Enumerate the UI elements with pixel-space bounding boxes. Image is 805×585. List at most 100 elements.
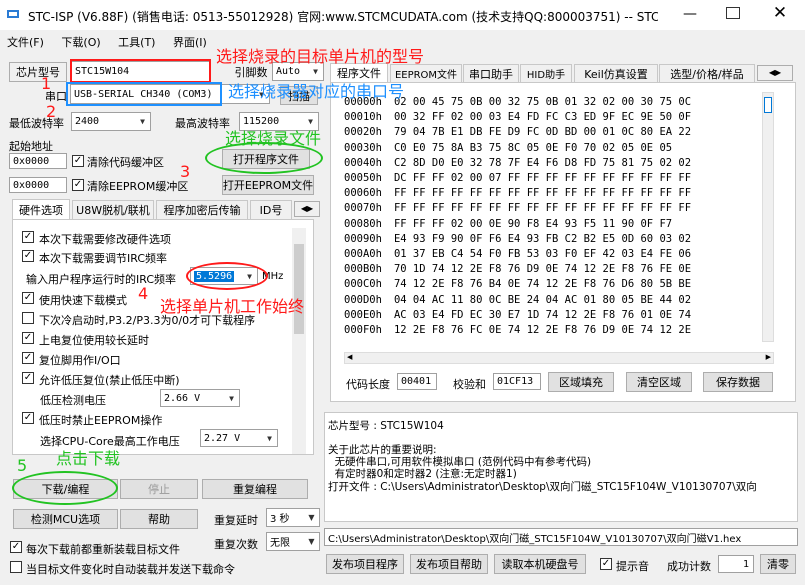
close-icon[interactable]: ✕ xyxy=(770,3,790,23)
fill-region-button[interactable]: 区域填充 xyxy=(548,372,614,392)
eeprom-address-input[interactable]: 0x0000 xyxy=(9,177,67,193)
detect-mcu-button[interactable]: 检测MCU选项 xyxy=(13,509,118,529)
lv-detect-select[interactable]: 2.66 V ▼ xyxy=(160,389,240,407)
lv-detect-label: 低压检测电压 xyxy=(40,394,106,407)
read-disk-serial-button[interactable]: 读取本机硬盘号 xyxy=(494,554,586,574)
window-title: STC-ISP (V6.88F) (销售电话: 0513-55012928) 官… xyxy=(28,10,658,24)
hex-row: 00070h FF FF FF FF FF FF FF FF FF FF FF F… xyxy=(344,202,691,214)
annotation-number-5: 5 xyxy=(17,456,28,475)
clear-count-button[interactable]: 清零 xyxy=(760,554,796,574)
hex-address: 00010h xyxy=(344,111,382,124)
long-delay-checkbox[interactable]: ✓ xyxy=(22,332,34,344)
hex-address: 000E0h xyxy=(344,308,382,321)
app-icon xyxy=(6,7,20,21)
hex-row: 00060h FF FF FF FF FF FF FF FF FF FF FF F… xyxy=(344,187,691,199)
clear-region-button[interactable]: 清空区域 xyxy=(626,372,692,392)
hex-scrollbar-thumb[interactable] xyxy=(764,97,772,113)
fast-download-checkbox[interactable]: ✓ xyxy=(22,292,34,304)
hex-view[interactable]: 00000h 02 00 45 75 0B 00 32 75 0B 01 32 0… xyxy=(344,92,764,348)
checksum-label: 校验和 xyxy=(453,378,486,391)
hex-row: 00080h FF FF FF 02 00 0E 90 F8 E4 93 F5 1… xyxy=(344,218,672,230)
clear-eeprom-checkbox[interactable]: ✓ xyxy=(72,179,84,191)
repeat-count-select[interactable]: 无限 ▼ xyxy=(266,532,320,551)
menu-file[interactable]: 文件(F) xyxy=(7,36,44,49)
repeat-delay-select[interactable]: 3 秒 ▼ xyxy=(266,508,320,527)
tone-checkbox[interactable]: ✓ xyxy=(600,558,612,570)
chevron-down-icon: ▼ xyxy=(135,113,150,130)
annotation-number-3: 3 xyxy=(180,162,191,181)
menu-tools[interactable]: 工具(T) xyxy=(118,36,155,49)
tab-encrypt[interactable]: 程序加密后传输 xyxy=(156,200,248,219)
hex-bytes: FF FF FF 02 00 0E 90 F8 E4 93 F5 11 90 0… xyxy=(393,217,673,230)
success-count-label: 成功计数 xyxy=(667,560,711,573)
tab-hid-helper[interactable]: HID助手 xyxy=(520,64,572,82)
reload-checkbox[interactable]: ✓ xyxy=(10,541,22,553)
tab-u8w[interactable]: U8W脱机/联机 xyxy=(72,200,154,219)
success-count-value: 1 xyxy=(718,555,754,573)
hex-bytes: E4 93 F9 90 0F F6 E4 93 FB C2 B2 E5 0D 6… xyxy=(393,232,692,245)
open-eeprom-file-button[interactable]: 打开EEPROM文件 xyxy=(222,175,314,195)
options-scrollbar[interactable] xyxy=(292,228,306,454)
low-voltage-reset-label: 允许低压复位(禁止低压中断) xyxy=(39,374,180,387)
hex-row: 000C0h 74 12 2E F8 76 B4 0E 74 12 2E F8 7… xyxy=(344,278,691,290)
tab-keil-settings[interactable]: Keil仿真设置 xyxy=(574,64,658,82)
code-length-label: 代码长度 xyxy=(346,378,390,391)
clear-code-checkbox[interactable]: ✓ xyxy=(72,155,84,167)
reset-io-label: 复位脚用作I/O口 xyxy=(39,354,121,367)
reprogram-button[interactable]: 重复编程 xyxy=(202,479,308,499)
hex-bytes: 79 04 7B E1 DB FE D9 FC 0D BD 00 01 0C 8… xyxy=(393,126,692,139)
modify-hw-label: 本次下载需要修改硬件选项 xyxy=(39,233,171,246)
hex-bytes: 74 12 2E F8 76 B4 0E 74 12 2E F8 76 D6 8… xyxy=(393,278,692,291)
annotation-text-2: 选择烧录器对应的串口号 xyxy=(228,82,405,101)
max-baud-label: 最高波特率 xyxy=(175,117,230,130)
tab-serial-helper[interactable]: 串口助手 xyxy=(463,64,519,82)
start-address-label: 起始地址 xyxy=(9,140,53,153)
modify-hw-checkbox[interactable]: ✓ xyxy=(22,231,34,243)
cold-start-checkbox[interactable] xyxy=(22,312,34,324)
pin-count-value: Auto xyxy=(276,66,301,77)
hex-address: 00050h xyxy=(344,172,382,184)
low-voltage-reset-checkbox[interactable]: ✓ xyxy=(22,372,34,384)
hex-address: 00090h xyxy=(344,232,382,245)
minimize-icon[interactable]: — xyxy=(680,6,700,24)
save-data-button[interactable]: 保存数据 xyxy=(703,372,773,392)
info-line: 芯片型号 : STC15W104 xyxy=(328,420,444,432)
code-address-input[interactable]: 0x0000 xyxy=(9,153,67,169)
publish-help-button[interactable]: 发布项目帮助 xyxy=(410,554,488,574)
hex-address: 000C0h xyxy=(344,278,382,291)
help-button[interactable]: 帮助 xyxy=(120,509,198,529)
menu-download[interactable]: 下载(O) xyxy=(61,36,100,49)
tab-scroll-arrows[interactable]: ◀▶ xyxy=(294,201,320,217)
file-path-field[interactable]: C:\Users\Administrator\Desktop\双向门磁_STC1… xyxy=(324,528,798,546)
menu-ui[interactable]: 界面(I) xyxy=(173,36,207,49)
right-tab-scroll-arrows[interactable]: ◀▶ xyxy=(757,65,793,81)
irc-frequency-label: 输入用户程序运行时的IRC频率 xyxy=(26,273,177,286)
auto-send-checkbox[interactable] xyxy=(10,561,22,573)
publish-program-button[interactable]: 发布项目程序 xyxy=(326,554,404,574)
hex-row: 000A0h 01 37 EB C4 54 F0 FB 53 03 F0 EF 4… xyxy=(344,248,691,260)
adjust-irc-checkbox[interactable]: ✓ xyxy=(22,250,34,262)
chevron-down-icon: ▼ xyxy=(224,390,239,406)
hex-address: 00020h xyxy=(344,126,382,139)
hex-row: 00040h C2 8D D0 E0 32 78 7F E4 F6 D8 FD 7… xyxy=(344,157,691,169)
info-log: 芯片型号 : STC15W104 关于此芯片的重要说明: 无硬件串口,可用软件模… xyxy=(324,412,798,522)
stop-button[interactable]: 停止 xyxy=(120,479,198,499)
reset-io-checkbox[interactable]: ✓ xyxy=(22,352,34,364)
hex-scrollbar[interactable] xyxy=(762,92,774,342)
annotation-text-1: 选择烧录的目标单片机的型号 xyxy=(216,47,425,66)
annotation-number-2: 2 xyxy=(46,102,57,121)
hex-row: 00090h E4 93 F9 90 0F F6 E4 93 FB C2 B2 E… xyxy=(344,233,691,245)
tab-id[interactable]: ID号 xyxy=(250,200,292,219)
title-bar: STC-ISP (V6.88F) (销售电话: 0513-55012928) 官… xyxy=(0,0,805,30)
hex-address: 000D0h xyxy=(344,293,382,306)
tab-hardware[interactable]: 硬件选项 xyxy=(12,199,70,219)
hex-hscrollbar[interactable]: ◀ ▶ xyxy=(344,352,774,364)
hex-bytes: FF FF FF FF FF FF FF FF FF FF FF FF FF F… xyxy=(393,187,692,200)
scrollbar-thumb[interactable] xyxy=(294,244,304,334)
min-baud-select[interactable]: 2400 ▼ xyxy=(71,112,151,131)
core-voltage-select[interactable]: 2.27 V ▼ xyxy=(200,429,278,447)
tab-selection-price[interactable]: 选型/价格/样品 xyxy=(659,64,755,82)
maximize-icon[interactable] xyxy=(726,7,740,19)
eeprom-lv-checkbox[interactable]: ✓ xyxy=(22,412,34,424)
eeprom-lv-label: 低压时禁止EEPROM操作 xyxy=(39,414,163,427)
